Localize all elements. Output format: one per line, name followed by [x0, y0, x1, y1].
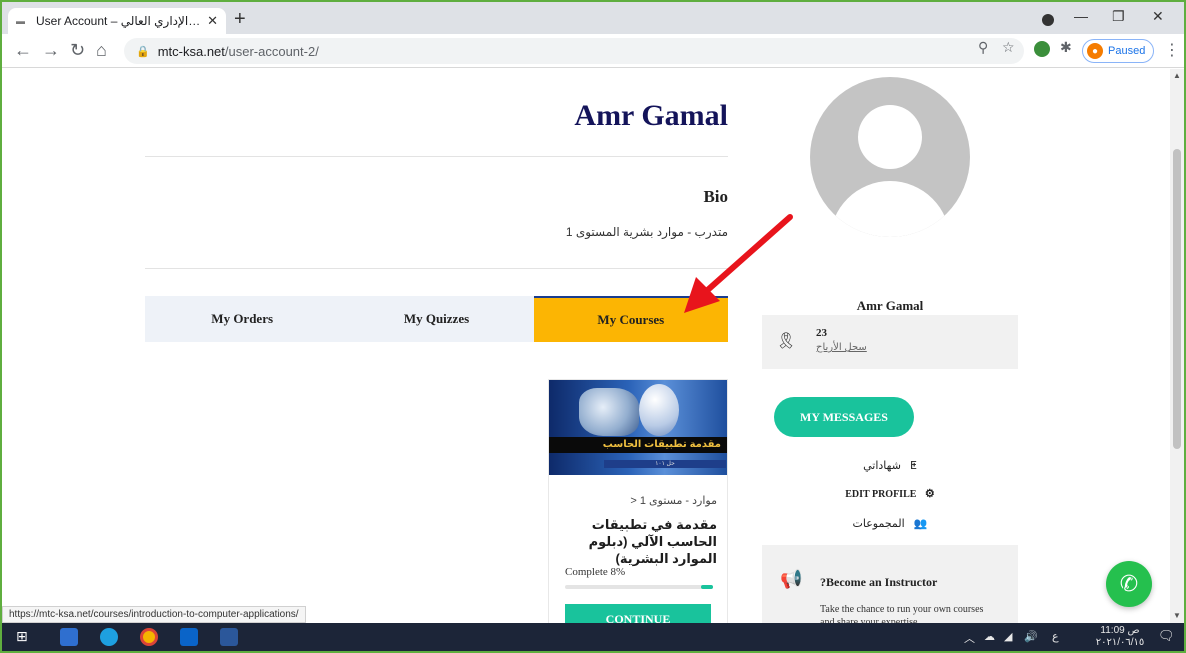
notifications-icon[interactable]: 🗨: [1158, 628, 1175, 644]
profile-paused-button[interactable]: ● Paused: [1082, 39, 1155, 63]
profile-name-heading: Amr Gamal: [574, 99, 728, 132]
profile-status: Paused: [1108, 45, 1146, 57]
home-icon[interactable]: ⌂: [96, 40, 107, 60]
points-value: 23: [816, 327, 827, 339]
page-viewport: Amr Gamal Bio متدرب - موارد بشرية المستو…: [2, 69, 1170, 623]
course-progress-fill: [701, 585, 713, 589]
points-history-link[interactable]: سجل الأرباح: [816, 342, 867, 353]
scroll-thumb[interactable]: [1173, 149, 1181, 449]
windows-taskbar: ⊞ ︿ ☁ ◢ 🔊 ع 11:09 ص ٢٠٢١/٠٦/١٥ 🗨: [2, 623, 1184, 651]
avatar: [810, 77, 970, 237]
lock-icon: 🔒: [136, 45, 150, 58]
groups-label: المجموعات: [852, 518, 905, 530]
forward-arrow-icon[interactable]: →: [42, 40, 60, 60]
browser-menu-icon[interactable]: ⋮: [1164, 40, 1180, 60]
course-breadcrumb[interactable]: موارد - مستوى 1 <: [559, 494, 717, 507]
tab-my-orders[interactable]: My Orders: [145, 296, 339, 342]
course-thumbnail[interactable]: مقدمة تطبيقات الحاسب حل ١٠١: [549, 380, 727, 475]
points-box: 🎗 23 سجل الأرباح: [762, 315, 1018, 369]
award-ribbon-icon: 🎗: [776, 333, 797, 350]
annotation-arrow-icon: [684, 214, 793, 313]
minimize-icon[interactable]: —: [1074, 8, 1088, 24]
complete-label: Complete 8%: [565, 566, 626, 578]
instructor-heading: ?Become an Instructor: [820, 575, 938, 589]
clock-date: ٢٠٢١/٠٦/١٥: [1095, 637, 1145, 648]
reload-icon[interactable]: ↻: [70, 40, 85, 60]
file-explorer-icon[interactable]: [60, 628, 78, 646]
edit-profile-link[interactable]: EDIT PROFILE ⚙: [762, 487, 1018, 500]
chrome-browser-icon[interactable]: [140, 628, 158, 646]
edge-browser-icon[interactable]: [100, 628, 118, 646]
outlook-icon[interactable]: [180, 628, 198, 646]
taskbar-clock[interactable]: 11:09 ص ٢٠٢١/٠٦/١٥: [1094, 625, 1146, 649]
volume-icon[interactable]: 🔊: [1024, 630, 1038, 643]
users-group-icon: 👥: [913, 518, 928, 530]
avatar-head-icon: [858, 105, 922, 169]
certificates-link[interactable]: شهاداتي ⵟ: [762, 459, 1018, 472]
edit-profile-label: EDIT PROFILE: [845, 489, 917, 500]
scroll-down-icon[interactable]: ▼: [1173, 611, 1181, 620]
windows-start-icon[interactable]: ⊞: [16, 628, 34, 646]
clock-time: 11:09 ص: [1100, 625, 1140, 636]
profile-avatar-icon: ●: [1087, 43, 1103, 59]
close-window-icon[interactable]: ✕: [1152, 8, 1164, 25]
input-language[interactable]: ع: [1052, 630, 1059, 643]
certificate-icon: ⵟ: [910, 460, 917, 472]
divider: [145, 268, 728, 269]
browser-toolbar: ← → ↻ ⌂ 🔒 mtc-ksa.net /user-account-2/ ⚲…: [2, 34, 1184, 68]
record-indicator-icon: [1042, 14, 1054, 26]
network-icon[interactable]: ◢: [1004, 630, 1012, 643]
new-tab-button[interactable]: +: [234, 8, 246, 30]
extensions-puzzle-icon[interactable]: ✱: [1060, 39, 1072, 56]
status-bar-url: https://mtc-ksa.net/courses/introduction…: [2, 606, 306, 623]
onedrive-icon[interactable]: ☁: [984, 630, 995, 643]
url-path: /user-account-2/: [224, 43, 319, 59]
whatsapp-icon: ✆: [1119, 571, 1139, 596]
course-title[interactable]: مقدمة في تطبيقات الحاسب الآلي (دبلوم الم…: [559, 516, 717, 567]
thumbnail-subtitle: حل ١٠١: [604, 460, 726, 468]
scroll-up-icon[interactable]: ▲: [1173, 71, 1181, 80]
whatsapp-chat-button[interactable]: ✆: [1106, 561, 1152, 607]
browser-tab[interactable]: ▬ User Account – ريب الإداري العالي ✕: [8, 8, 226, 34]
url-host: mtc-ksa.net: [157, 43, 225, 59]
bookmark-star-icon[interactable]: ☆: [1002, 39, 1015, 56]
course-card: مقدمة تطبيقات الحاسب حل ١٠١ موارد - مستو…: [548, 379, 728, 623]
address-bar[interactable]: 🔒 mtc-ksa.net /user-account-2/: [124, 38, 1024, 64]
mouse-graphic-icon: [639, 384, 679, 436]
divider: [145, 156, 728, 157]
bio-heading: Bio: [703, 187, 728, 206]
continue-button[interactable]: CONTINUE: [565, 604, 711, 623]
back-arrow-icon[interactable]: ←: [14, 40, 32, 60]
close-tab-icon[interactable]: ✕: [207, 13, 218, 29]
word-icon[interactable]: [220, 628, 238, 646]
my-messages-button[interactable]: MY MESSAGES: [774, 397, 914, 437]
groups-link[interactable]: المجموعات 👥: [762, 517, 1018, 530]
site-favicon-icon: ▬: [16, 16, 25, 26]
gear-icon: ⚙: [924, 488, 935, 500]
page-scrollbar[interactable]: ▲ ▼: [1170, 69, 1184, 623]
cd-graphic-icon: [579, 388, 639, 436]
tray-expand-icon[interactable]: ︿: [964, 630, 975, 646]
zoom-icon[interactable]: ⚲: [978, 39, 988, 56]
extension-globe-icon[interactable]: [1034, 41, 1050, 57]
instructor-text: Take the chance to run your own courses …: [820, 604, 984, 623]
certificates-label: شهاداتي: [863, 460, 901, 472]
account-tabs: My Orders My Quizzes My Courses: [145, 296, 728, 342]
course-progress-bar: [565, 585, 713, 589]
tab-title: User Account – ريب الإداري العالي: [36, 14, 201, 28]
restore-icon[interactable]: ❐: [1112, 8, 1125, 25]
avatar-body-icon: [830, 181, 950, 237]
tab-my-quizzes[interactable]: My Quizzes: [339, 296, 533, 342]
thumbnail-banner: مقدمة تطبيقات الحاسب: [549, 437, 727, 453]
browser-tab-strip: ▬ User Account – ريب الإداري العالي ✕ + …: [2, 2, 1184, 34]
megaphone-icon: 📢: [780, 569, 803, 589]
become-instructor-box[interactable]: 📢 ?Become an Instructor Take the chance …: [762, 545, 1018, 623]
